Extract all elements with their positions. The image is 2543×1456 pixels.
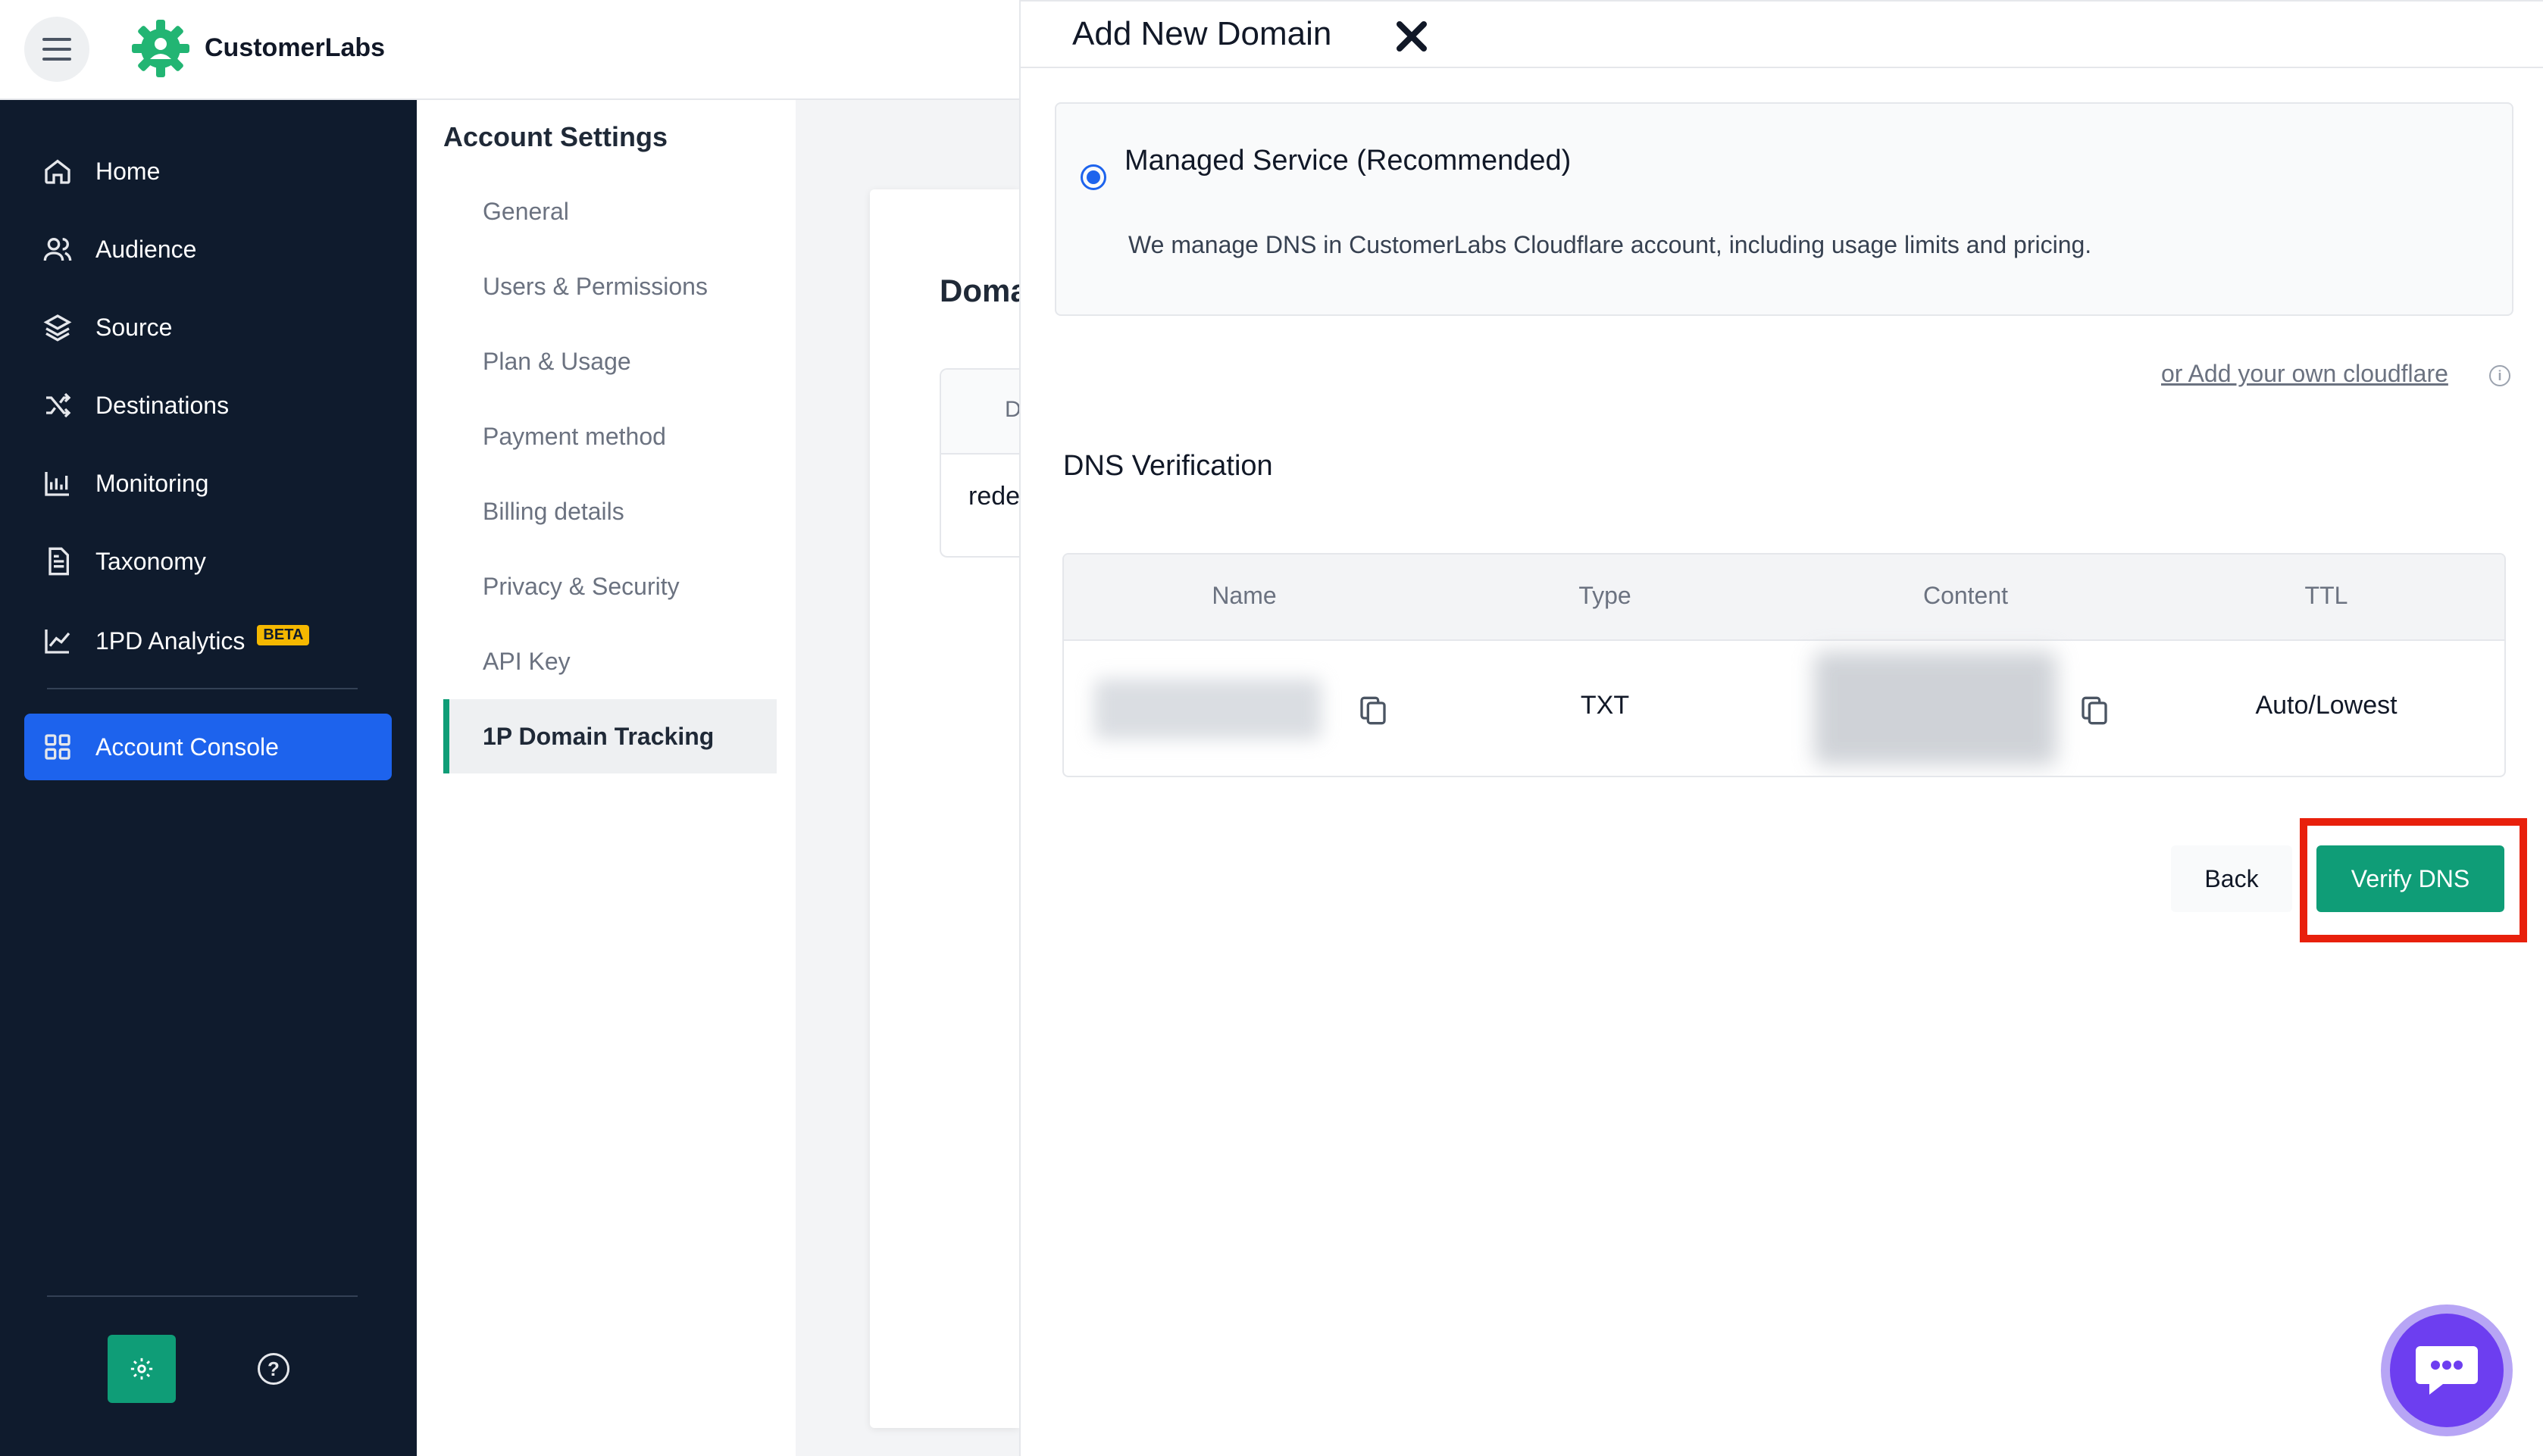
beta-badge: BETA (257, 624, 310, 645)
redacted-name-value (1094, 679, 1322, 739)
managed-service-description: We manage DNS in CustomerLabs Cloudflare… (1128, 231, 2092, 258)
layers-icon (42, 312, 73, 342)
domains-table: D rede (940, 368, 1019, 558)
column-header-type: Type (1578, 582, 1631, 609)
dns-verification-title: DNS Verification (1063, 450, 1273, 482)
verify-dns-highlight (2300, 818, 2527, 942)
chat-widget-button[interactable] (2381, 1304, 2513, 1436)
managed-service-option[interactable]: Managed Service (Recommended) We manage … (1055, 102, 2513, 316)
users-icon (42, 234, 73, 264)
home-icon (42, 156, 73, 186)
document-icon (42, 546, 73, 576)
domains-table-header: D (941, 370, 1019, 455)
settings-item-1p-domain-tracking[interactable]: 1P Domain Tracking (443, 699, 777, 773)
settings-item-billing-details[interactable]: Billing details (443, 474, 777, 548)
sidebar-item-label: Monitoring (95, 469, 209, 497)
copy-content-icon[interactable] (2079, 694, 2110, 727)
settings-item-plan-usage[interactable]: Plan & Usage (443, 324, 777, 398)
record-type: TXT (1580, 691, 1630, 720)
chat-bubble-icon (2390, 1314, 2504, 1427)
top-bar: CustomerLabs (0, 0, 1019, 100)
chart-bars-icon (42, 468, 73, 498)
sidebar-item-label: Account Console (95, 733, 279, 761)
sidebar-item-destinations[interactable]: Destinations (24, 372, 392, 439)
help-icon[interactable]: ? (258, 1353, 289, 1385)
managed-service-radio[interactable] (1081, 164, 1106, 190)
info-icon[interactable]: i (2489, 365, 2510, 386)
domains-table-cell[interactable]: rede (941, 455, 1019, 511)
back-button[interactable]: Back (2171, 845, 2292, 912)
add-own-cloudflare-link[interactable]: or Add your own cloudflare (2161, 360, 2448, 388)
sidebar-item-home[interactable]: Home (24, 138, 392, 205)
sidebar-item-label: Destinations (95, 391, 230, 419)
sidebar-item-source[interactable]: Source (24, 294, 392, 361)
sidebar-item-label: Source (95, 313, 173, 341)
hamburger-menu-icon[interactable] (24, 17, 89, 82)
brand-logo-icon (132, 20, 189, 77)
column-header-ttl: TTL (2304, 582, 2348, 609)
settings-item-payment-method[interactable]: Payment method (443, 399, 777, 473)
settings-gear-button[interactable] (108, 1335, 176, 1403)
sidebar-item-label: Audience (95, 235, 197, 263)
sidebar-item-1pd-analytics[interactable]: 1PD Analytics BETA (24, 608, 392, 674)
shuffle-icon (42, 390, 73, 420)
panel-header: Add New Domain (1021, 0, 2543, 68)
redacted-content-value (1814, 651, 2057, 765)
settings-item-general[interactable]: General (443, 174, 777, 248)
column-header-name: Name (1212, 582, 1277, 609)
managed-service-label: Managed Service (Recommended) (1124, 145, 1572, 177)
gear-icon (130, 1358, 153, 1380)
dns-records-table: Name Type Content TTL TXT Auto/Lowest (1062, 553, 2506, 777)
account-settings-title: Account Settings (443, 121, 668, 152)
sidebar-item-label: Taxonomy (95, 547, 206, 575)
sidebar-item-monitoring[interactable]: Monitoring (24, 450, 392, 517)
sidebar-footer-divider (47, 1295, 358, 1297)
sidebar-item-account-console[interactable]: Account Console (24, 714, 392, 780)
dns-table-header: Name Type Content TTL (1064, 555, 2504, 641)
column-header-content: Content (1922, 582, 2009, 609)
settings-item-users-permissions[interactable]: Users & Permissions (443, 249, 777, 323)
settings-item-privacy-security[interactable]: Privacy & Security (443, 549, 777, 623)
close-icon[interactable] (1393, 18, 1430, 55)
chat-icon (2416, 1346, 2478, 1395)
panel-title: Add New Domain (1072, 15, 1332, 52)
sidebar: Home Audience Source Destinations Monito… (0, 100, 417, 1456)
sidebar-item-label: 1PD Analytics (95, 626, 246, 655)
copy-name-icon[interactable] (1358, 694, 1388, 727)
add-domain-panel: Add New Domain Managed Service (Recommen… (1019, 0, 2543, 1456)
grid-icon (42, 732, 73, 762)
sidebar-divider (47, 688, 358, 689)
sidebar-item-taxonomy[interactable]: Taxonomy (24, 528, 392, 595)
sidebar-item-audience[interactable]: Audience (24, 216, 392, 283)
settings-item-api-key[interactable]: API Key (443, 624, 777, 698)
brand-name: CustomerLabs (205, 33, 386, 62)
sidebar-item-label: Home (95, 157, 161, 185)
record-ttl: Auto/Lowest (2255, 691, 2398, 720)
line-chart-icon (42, 626, 73, 656)
domains-heading: Doma (940, 273, 1019, 308)
